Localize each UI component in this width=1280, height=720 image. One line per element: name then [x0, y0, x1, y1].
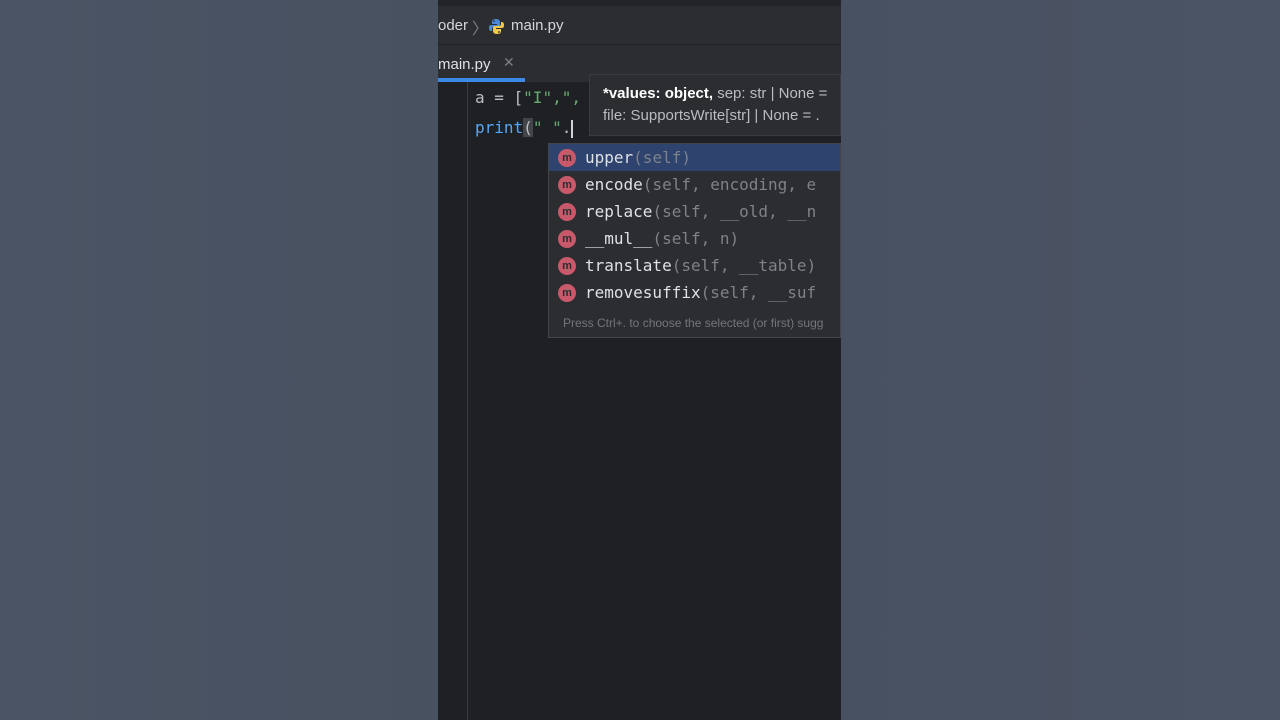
parameter-info-line-1: *values: object, sep: str | None =	[603, 85, 827, 102]
completion-item-label: encode(self, encoding, e	[585, 175, 816, 194]
code-paren: (	[523, 118, 533, 137]
completion-item-name: upper	[585, 148, 634, 167]
breadcrumb-project[interactable]: oder	[438, 17, 468, 34]
code-line-1: a = ["I",",	[475, 88, 581, 107]
chevron-right-icon: 〉	[472, 19, 489, 38]
video-background-right	[841, 0, 1280, 720]
completion-item-label: translate(self, __table)	[585, 256, 816, 275]
code-var: a	[475, 88, 485, 107]
completion-item-label: removesuffix(self, __suf	[585, 283, 816, 302]
completion-item-signature: (self)	[633, 148, 691, 167]
completion-item-label: upper(self)	[585, 148, 691, 167]
completion-item-removesuffix[interactable]: m removesuffix(self, __suf	[549, 279, 840, 306]
method-icon: m	[558, 203, 576, 221]
method-icon: m	[558, 257, 576, 275]
method-icon: m	[558, 149, 576, 167]
completion-item-signature: (self, n)	[652, 229, 740, 248]
completion-item-translate[interactable]: m translate(self, __table)	[549, 252, 840, 279]
completion-item-name: translate	[585, 256, 672, 275]
completion-item-encode[interactable]: m encode(self, encoding, e	[549, 171, 840, 198]
code-string-tail: ,",	[552, 88, 581, 107]
completion-item-name: __mul__	[585, 229, 653, 248]
method-icon: m	[558, 176, 576, 194]
title-bar-edge	[438, 0, 841, 6]
code-string: "I"	[523, 88, 553, 107]
completion-item-mul[interactable]: m __mul__(self, n)	[549, 225, 840, 252]
method-icon: m	[558, 230, 576, 248]
code-function: print	[475, 118, 524, 137]
navigation-bar: oder 〉 main.py	[438, 0, 841, 45]
tab-label: main.py	[438, 56, 491, 73]
completion-item-label: replace(self, __old, __n	[585, 202, 816, 221]
completion-item-name: replace	[585, 202, 653, 221]
completion-item-signature: (self, __old, __n	[652, 202, 817, 221]
parameter-rest: sep: str | None =	[713, 85, 828, 102]
current-parameter: *values: object,	[603, 85, 714, 102]
completion-item-signature: (self, __table)	[671, 256, 817, 275]
text-caret	[571, 119, 574, 138]
code-dot: .	[561, 118, 572, 137]
completion-item-label: __mul__(self, n)	[585, 229, 739, 248]
code-string: " "	[532, 118, 562, 137]
code-operator: = [	[484, 88, 524, 107]
completion-item-name: removesuffix	[585, 283, 701, 302]
breadcrumb-file[interactable]: main.py	[511, 17, 564, 34]
completion-footer-hint: Press Ctrl+. to choose the selected (or …	[563, 316, 824, 330]
tab-main-py[interactable]: main.py ✕	[438, 45, 525, 82]
completion-item-signature: (self, __suf	[700, 283, 817, 302]
completion-item-name: encode	[585, 175, 643, 194]
close-icon[interactable]: ✕	[503, 55, 515, 71]
python-file-icon	[489, 19, 504, 34]
parameter-info-popup: *values: object, sep: str | None = file:…	[589, 74, 841, 136]
code-line-2: print(" ".	[475, 118, 574, 138]
completion-item-replace[interactable]: m replace(self, __old, __n	[549, 198, 840, 225]
method-icon: m	[558, 284, 576, 302]
completion-item-signature: (self, encoding, e	[642, 175, 817, 194]
completion-item-upper[interactable]: m upper(self)	[549, 144, 840, 171]
line-gutter	[438, 82, 468, 720]
video-background-left	[0, 0, 438, 720]
parameter-info-line-2: file: SupportsWrite[str] | None = .	[603, 107, 820, 124]
completion-popup: m upper(self) m encode(self, encoding, e…	[548, 143, 841, 338]
